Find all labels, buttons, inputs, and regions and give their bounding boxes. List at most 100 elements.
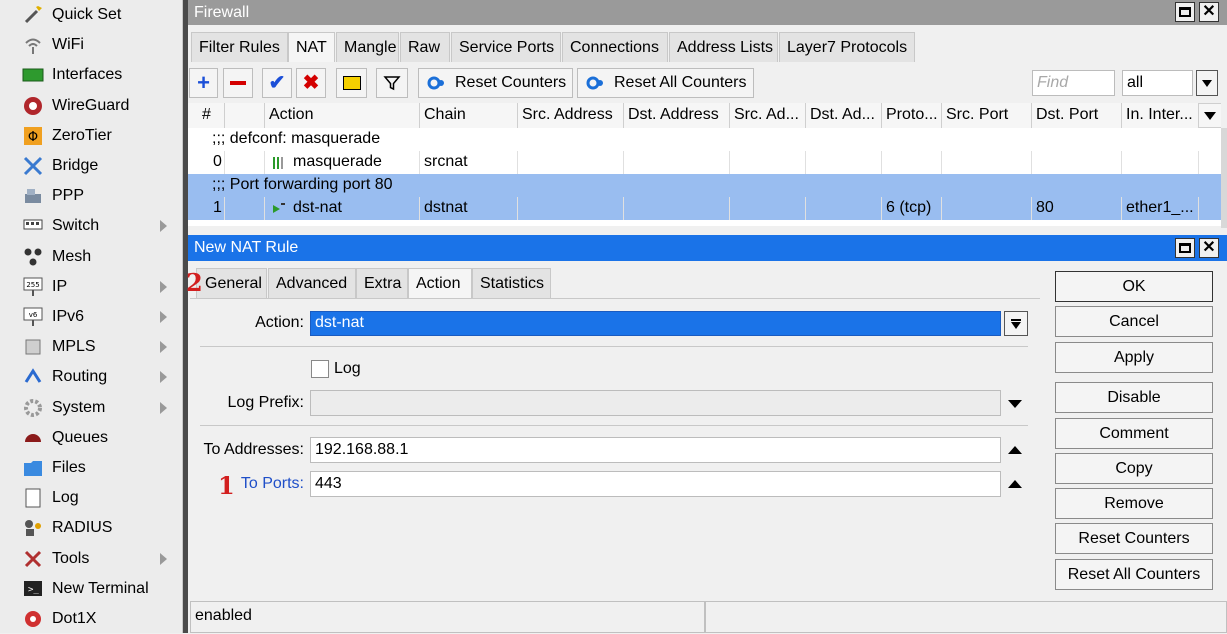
tab-statistics[interactable]: Statistics [472,268,551,298]
tab-nat[interactable]: NAT [288,32,335,62]
dialog-maximize-button[interactable] [1175,238,1195,258]
sidebar-item-switch[interactable]: Switch [0,211,183,241]
tab-advanced[interactable]: Advanced [268,268,356,298]
comment-button[interactable]: Comment [1055,418,1213,449]
tab-connections[interactable]: Connections [562,32,668,62]
reset-icon [427,76,444,90]
remove-button[interactable]: Remove [1055,488,1213,519]
reset-counters-label: Reset Counters [455,74,567,91]
column-header[interactable]: Src. Address [518,103,624,128]
table-comment-row[interactable]: ;;; Port forwarding port 80 [188,174,1221,197]
columns-menu-button[interactable] [1199,103,1221,128]
masquerade-icon [272,156,284,170]
sidebar-item-ipv6[interactable]: v6 IPv6 [0,302,183,332]
sidebar-item-tools[interactable]: Tools [0,544,183,574]
sidebar-item-log[interactable]: Log [0,483,183,513]
sidebar-item-label: Quick Set [52,6,122,23]
sidebar-item-wifi[interactable]: WiFi [0,30,183,60]
sidebar-item-mesh[interactable]: Mesh [0,242,183,272]
find-input[interactable]: Find [1032,70,1115,96]
sidebar-item-wireguard[interactable]: WireGuard [0,91,183,121]
sidebar-item-zerotier[interactable]: Φ ZeroTier [0,121,183,151]
remove-button[interactable] [223,68,253,98]
column-header[interactable]: In. Inter... [1122,103,1199,128]
to-addresses-input[interactable]: 192.168.88.1 [310,437,1001,463]
table-comment-row[interactable]: ;;; defconf: masquerade [188,128,1221,151]
copy-button[interactable]: Copy [1055,453,1213,484]
sidebar-item-dot1x[interactable]: Dot1X [0,604,183,634]
tab-mangle[interactable]: Mangle [336,32,399,62]
enable-button[interactable]: ✔ [262,68,292,98]
reset-counters-button[interactable]: Reset Counters [418,68,573,98]
action-select[interactable]: dst-nat [310,311,1001,336]
sidebar-item-interfaces[interactable]: Interfaces [0,60,183,90]
apply-button[interactable]: Apply [1055,342,1213,373]
column-header[interactable]: Chain [420,103,518,128]
sidebar-item-radius[interactable]: RADIUS [0,513,183,543]
log-prefix-input[interactable] [310,390,1001,416]
dialog-close-button[interactable]: ✕ [1199,238,1219,258]
column-header[interactable]: Dst. Address [624,103,730,128]
svg-text:v6: v6 [29,311,38,319]
tab-action[interactable]: Action [408,268,472,298]
table-cell: masquerade [265,151,420,174]
table-scrollbar[interactable] [1221,128,1227,228]
sidebar-item-ip[interactable]: 255 IP [0,272,183,302]
collapse-arrow-icon[interactable] [1008,446,1022,454]
sidebar-item-routing[interactable]: Routing [0,362,183,392]
action-label: Action: [255,314,304,331]
filter-dropdown-button[interactable] [1196,70,1218,96]
dst-nat-icon [272,202,285,216]
ok-button[interactable]: OK [1055,271,1213,302]
reset-counters-button[interactable]: Reset Counters [1055,523,1213,554]
ppp-icon [22,185,44,207]
table-cell [806,197,882,220]
column-header[interactable]: Action [265,103,420,128]
svg-text:>_: >_ [28,585,39,595]
comment-button[interactable] [336,68,367,98]
column-header[interactable]: # [188,103,225,128]
disable-button[interactable]: Disable [1055,382,1213,413]
cancel-button[interactable]: Cancel [1055,306,1213,337]
tab-layer7-protocols[interactable]: Layer7 Protocols [779,32,915,62]
sidebar-item-new-terminal[interactable]: >_ New Terminal [0,574,183,604]
sidebar-item-quick-set[interactable]: Quick Set [0,0,183,30]
reset-all-counters-button[interactable]: Reset All Counters [577,68,754,98]
section-divider [200,425,1028,426]
column-header[interactable]: Dst. Port [1032,103,1122,128]
tab-raw[interactable]: Raw [400,32,450,62]
sidebar-item-files[interactable]: Files [0,453,183,483]
tab-filter-rules[interactable]: Filter Rules [191,32,288,62]
column-header[interactable] [225,103,265,128]
sidebar-item-label: Log [52,489,79,507]
reset-all-counters-button[interactable]: Reset All Counters [1055,559,1213,590]
maximize-button[interactable] [1175,2,1195,22]
filter-select[interactable]: all [1122,70,1193,96]
add-button[interactable]: + [189,68,218,98]
comment-icon [342,76,361,90]
disable-button[interactable]: ✖ [296,68,326,98]
close-button[interactable]: ✕ [1199,2,1219,22]
tab-service-ports[interactable]: Service Ports [451,32,561,62]
collapse-arrow-icon[interactable] [1008,480,1022,488]
column-header[interactable]: Dst. Ad... [806,103,882,128]
maximize-icon [1179,243,1191,253]
tab-general[interactable]: General [196,268,267,298]
to-ports-input[interactable]: 443 [310,471,1001,497]
log-checkbox[interactable] [311,360,329,378]
action-dropdown-button[interactable] [1004,311,1028,336]
sidebar-item-ppp[interactable]: PPP [0,181,183,211]
submenu-arrow-icon [160,311,167,323]
column-header[interactable]: Proto... [882,103,942,128]
tab-address-lists[interactable]: Address Lists [669,32,778,62]
tab-extra[interactable]: Extra [356,268,408,298]
sidebar-item-system[interactable]: System [0,393,183,423]
sidebar-item-queues[interactable]: Queues [0,423,183,453]
sidebar-item-bridge[interactable]: Bridge [0,151,183,181]
sidebar-item-mpls[interactable]: MPLS [0,332,183,362]
column-header[interactable]: Src. Ad... [730,103,806,128]
filter-button[interactable] [376,68,408,98]
expand-arrow-icon[interactable] [1008,400,1022,408]
column-header[interactable]: Src. Port [942,103,1032,128]
svg-text:Φ: Φ [28,130,38,145]
